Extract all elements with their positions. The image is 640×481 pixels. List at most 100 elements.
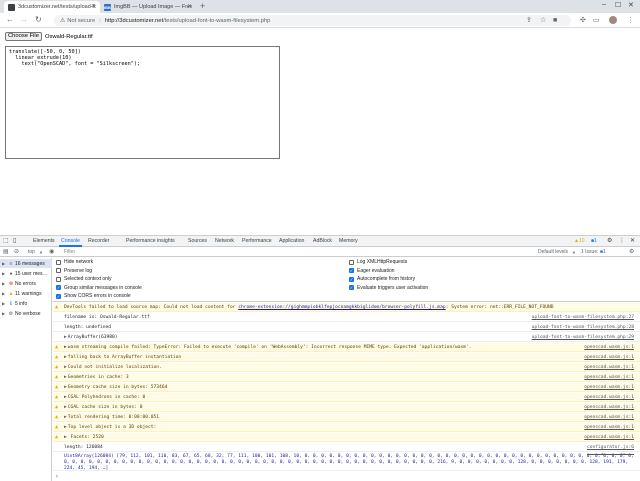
not-secure-icon[interactable]: ⚠ bbox=[60, 18, 65, 24]
checkbox[interactable] bbox=[56, 259, 61, 265]
setting-label: Autocomplete from history bbox=[357, 276, 416, 282]
device-toolbar-icon[interactable]: ▯ bbox=[13, 237, 16, 244]
source-location-link[interactable]: configurator.js:7 bbox=[587, 453, 634, 456]
checkbox[interactable] bbox=[56, 268, 61, 273]
expand-caret-icon[interactable]: ▶ bbox=[64, 355, 67, 360]
info-badge[interactable]: ■1 bbox=[591, 238, 597, 244]
source-map-link[interactable]: chrome-extension://gighmmpiobklfepjocnam… bbox=[238, 305, 445, 310]
source-location-link[interactable]: openscad.wasm.js:1 bbox=[584, 383, 634, 391]
checkbox[interactable]: ✓ bbox=[56, 285, 61, 290]
source-location-link[interactable]: openscad.wasm.js:1 bbox=[584, 363, 634, 371]
tab-performance[interactable]: Performance bbox=[242, 238, 272, 244]
close-tab-icon[interactable]: ✕ bbox=[187, 3, 192, 10]
setting-checkbox[interactable]: ✓ Group similar messages in console bbox=[56, 285, 142, 291]
browser-tab[interactable]: IBB ImgBB — Upload Image — Free ✕ bbox=[100, 1, 196, 13]
settings-gear-icon[interactable]: ⚙ bbox=[607, 237, 612, 244]
context-selector[interactable]: top bbox=[28, 249, 35, 255]
source-location-link[interactable]: openscad.wasm.js:1 bbox=[584, 403, 634, 411]
maximize-icon[interactable]: ☐ bbox=[615, 1, 621, 9]
source-location-link[interactable]: upload-font-to-wasm-filesystem.php:27 bbox=[532, 313, 634, 321]
close-devtools-icon[interactable]: ✕ bbox=[630, 237, 635, 244]
tab-adblock[interactable]: AdBlock bbox=[313, 238, 332, 244]
console-filter-input[interactable]: Filter bbox=[64, 249, 75, 255]
back-icon[interactable]: ← bbox=[6, 15, 14, 25]
source-location-link[interactable]: openscad.wasm.js:1 bbox=[584, 373, 634, 381]
code-textarea[interactable]: translate([-50, 0, 50]) linear_extrude(1… bbox=[5, 46, 280, 159]
share-icon[interactable]: ⇪ bbox=[526, 16, 532, 25]
sidebar-item[interactable]: ▶ ℹ 5 info bbox=[0, 299, 52, 308]
console-prompt[interactable]: › bbox=[55, 473, 59, 480]
source-location-link[interactable]: openscad.wasm.js:1 bbox=[584, 353, 634, 361]
sidebar-item[interactable]: ▶ ⚙ No verbose bbox=[0, 309, 52, 318]
minimize-icon[interactable]: – bbox=[602, 1, 606, 8]
source-location-link[interactable]: openscad.wasm.js:1 bbox=[584, 393, 634, 401]
source-location-link[interactable]: openscad.wasm.js:1 bbox=[584, 433, 634, 441]
profile-avatar[interactable] bbox=[609, 16, 617, 24]
close-tab-icon[interactable]: ✕ bbox=[91, 3, 96, 10]
setting-checkbox[interactable]: ✓ Eager evaluation bbox=[349, 268, 395, 274]
sidebar-item[interactable]: ▶ ⊗ No errors bbox=[0, 279, 52, 288]
extensions-puzzle-icon[interactable]: ✣ bbox=[580, 16, 586, 25]
bookmark-star-icon[interactable]: ☆ bbox=[540, 16, 546, 25]
inspect-element-icon[interactable]: ⬚ bbox=[3, 237, 9, 244]
tab-sources[interactable]: Sources bbox=[188, 238, 207, 244]
sidebar-item[interactable]: ▶ ▲ 11 warnings bbox=[0, 289, 52, 298]
sidebar-item[interactable]: ▶ ≡ 16 messages bbox=[0, 259, 52, 268]
expand-caret-icon[interactable]: ▶ bbox=[64, 375, 67, 380]
setting-checkbox[interactable]: Preserve log bbox=[56, 268, 92, 274]
checkbox[interactable]: ✓ bbox=[56, 293, 61, 299]
expand-caret-icon[interactable]: ▶ bbox=[64, 435, 67, 440]
choose-file-button[interactable]: Choose File bbox=[5, 32, 42, 41]
checkbox[interactable]: ✓ bbox=[349, 268, 354, 273]
checkbox[interactable]: ✓ bbox=[349, 276, 354, 282]
expand-caret-icon[interactable]: ▶ bbox=[64, 425, 67, 430]
source-location-link[interactable]: openscad.wasm.js:1 bbox=[584, 413, 634, 421]
tab-memory[interactable]: Memory bbox=[339, 238, 358, 244]
reading-list-icon[interactable]: ▭ bbox=[593, 16, 600, 25]
sidebar-item[interactable]: ▶ ● 15 user mes… bbox=[0, 269, 52, 278]
expand-caret-icon[interactable]: ▶ bbox=[64, 385, 67, 390]
log-levels-dropdown[interactable]: Default levels bbox=[538, 249, 568, 255]
close-window-icon[interactable]: ✕ bbox=[628, 1, 634, 9]
tab-console[interactable]: Console bbox=[58, 238, 83, 247]
clear-console-icon[interactable]: ⊘ bbox=[14, 248, 19, 255]
setting-checkbox[interactable]: ✓ Evaluate triggers user activation bbox=[349, 285, 428, 291]
tab-network[interactable]: Network bbox=[215, 238, 234, 244]
tab-elements[interactable]: Elements bbox=[33, 238, 55, 244]
tab-performance-insights[interactable]: Performance insights bbox=[126, 238, 175, 244]
expand-caret-icon[interactable]: ▶ bbox=[64, 335, 67, 340]
setting-checkbox[interactable]: ✓ Show CORS errors in console bbox=[56, 293, 131, 299]
checkbox[interactable]: ✓ bbox=[349, 285, 354, 290]
source-location-link[interactable]: openscad.wasm.js:1 bbox=[584, 343, 634, 351]
setting-checkbox[interactable]: Selected context only bbox=[56, 276, 112, 282]
warnings-badge[interactable]: ▲10 bbox=[574, 238, 585, 244]
expand-caret-icon[interactable]: ▶ bbox=[64, 405, 67, 410]
menu-dots-icon[interactable]: ⋮ bbox=[627, 16, 634, 25]
console-settings-gear-icon[interactable]: ⚙ bbox=[629, 248, 634, 255]
new-tab-button[interactable]: + bbox=[200, 2, 205, 11]
source-location-link[interactable]: openscad.wasm.js:1 bbox=[584, 423, 634, 431]
expand-caret-icon[interactable]: ▶ bbox=[64, 345, 67, 350]
setting-checkbox[interactable]: ✓ Autocomplete from history bbox=[349, 276, 415, 282]
forward-icon[interactable]: → bbox=[20, 15, 28, 25]
browser-tab-active[interactable]: 3dcustomizer.net/tests/upload-font ✕ bbox=[4, 1, 100, 13]
tab-recorder[interactable]: Recorder bbox=[88, 238, 109, 244]
more-options-icon[interactable]: ⋮ bbox=[619, 237, 625, 244]
address-bar[interactable]: ⚠ Not secure | http://3dcustomizer.net/t… bbox=[54, 15, 571, 26]
source-location-link[interactable]: upload-font-to-wasm-filesystem.php:29 bbox=[532, 333, 634, 341]
checkbox[interactable] bbox=[56, 276, 61, 282]
setting-checkbox[interactable]: Hide network bbox=[56, 259, 93, 265]
setting-checkbox[interactable]: Log XMLHttpRequests bbox=[349, 259, 407, 265]
tab-application[interactable]: Application bbox=[279, 238, 304, 244]
issues-button[interactable]: 1 Issue: ■1 bbox=[581, 249, 606, 255]
expand-caret-icon[interactable]: ▶ bbox=[64, 365, 67, 370]
extension-icon[interactable]: ■ bbox=[553, 16, 557, 25]
reload-icon[interactable]: ↻ bbox=[35, 15, 42, 25]
checkbox[interactable] bbox=[349, 259, 354, 265]
live-expression-eye-icon[interactable]: ◉ bbox=[49, 248, 54, 255]
expand-caret-icon[interactable]: ▶ bbox=[64, 415, 67, 420]
source-location-link[interactable]: upload-font-to-wasm-filesystem.php:28 bbox=[532, 323, 634, 331]
source-location-link[interactable]: configurator.js:6 bbox=[587, 443, 634, 451]
expand-caret-icon[interactable]: ▶ bbox=[64, 395, 67, 400]
sidebar-toggle-icon[interactable]: ▤ bbox=[3, 248, 9, 255]
